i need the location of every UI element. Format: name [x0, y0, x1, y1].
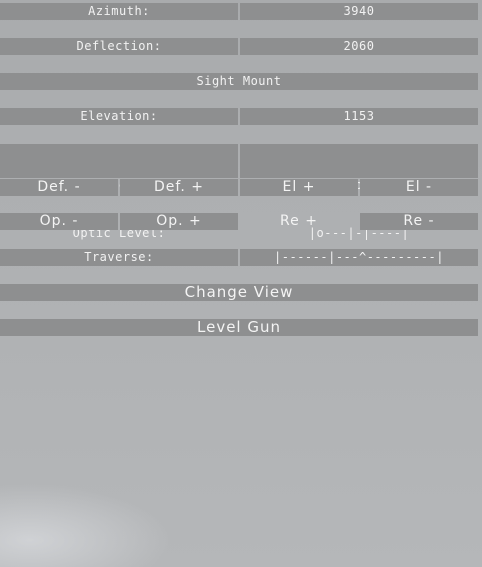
deflection-label: Deflection: [0, 38, 238, 55]
level-labels: Level: Optic Level: [0, 144, 238, 240]
optic-plus-button[interactable]: Op. + [120, 213, 238, 230]
azimuth-label: Azimuth: [0, 3, 238, 20]
traverse-label: Traverse: [0, 249, 238, 266]
deflection-value: 2060 [240, 38, 478, 55]
elevation-plus-button[interactable]: El + [240, 179, 358, 196]
azimuth-value: 3940 [240, 3, 478, 20]
deflection-minus-button[interactable]: Def. - [0, 179, 118, 196]
optic-minus-button[interactable]: Op. - [0, 213, 118, 230]
re-plus-button[interactable]: Re + [240, 213, 358, 230]
deflection-plus-button[interactable]: Def. + [120, 179, 238, 196]
elevation-value: 1153 [240, 108, 478, 125]
level-indicators: |----|o|----| |o---|-|----| [240, 144, 478, 240]
level-gun-button[interactable]: Level Gun [0, 319, 478, 336]
change-view-button[interactable]: Change View [0, 284, 478, 301]
elevation-minus-button[interactable]: El - [360, 179, 478, 196]
traverse-indicator: |------|---^---------| [240, 249, 478, 266]
sight-mount-title: Sight Mount [0, 73, 478, 90]
elevation-label: Elevation: [0, 108, 238, 125]
re-minus-button[interactable]: Re - [360, 213, 478, 230]
